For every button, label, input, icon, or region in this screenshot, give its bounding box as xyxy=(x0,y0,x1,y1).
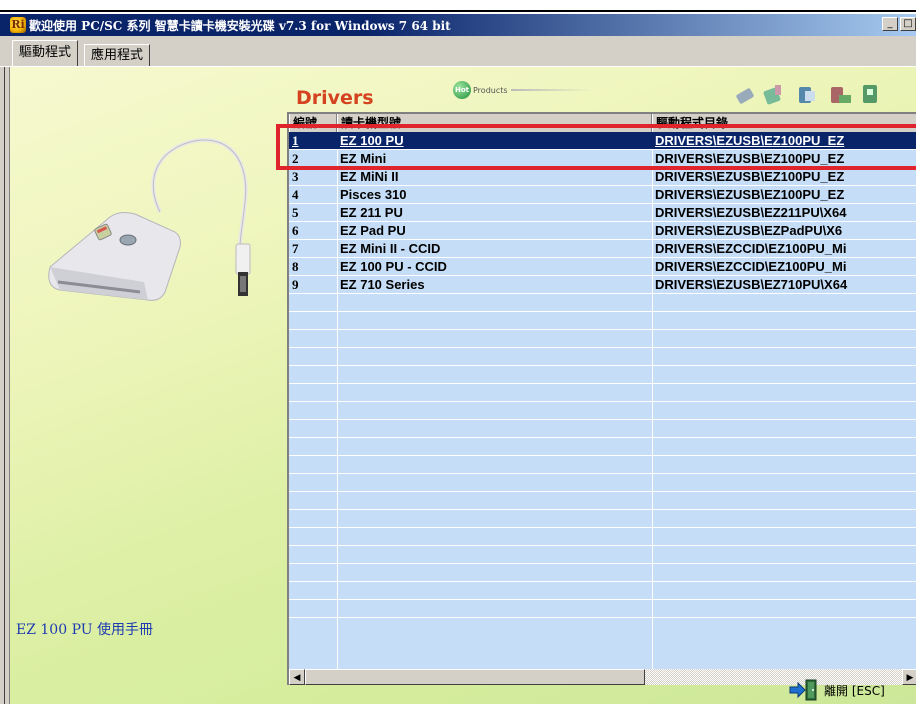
row-model: EZ Mini II - CCID xyxy=(340,241,441,256)
table-row[interactable]: 1 EZ 100 PU DRIVERS\EZUSB\EZ100PU_EZ xyxy=(289,132,916,149)
row-number: 2 xyxy=(292,151,299,166)
minimize-button[interactable]: _ xyxy=(882,17,898,31)
driver-list[interactable]: 編號 讀卡機型號 驅動程式目錄 1 EZ 100 PU DRIVERS\EZUSB\… xyxy=(287,112,916,685)
table-row[interactable]: 7 EZ Mini II - CCID DRIVERS\EZCCID\EZ100PU… xyxy=(289,240,916,257)
row-number: 8 xyxy=(292,259,299,274)
table-row[interactable]: 4 Pisces 310 DRIVERS\EZUSB\EZ100PU_EZ xyxy=(289,186,916,203)
card-reader-icon-5 xyxy=(863,85,877,103)
row-number: 3 xyxy=(292,169,299,184)
row-number: 4 xyxy=(292,187,299,202)
tab-bar: 驅動程式 應用程式 xyxy=(0,36,916,66)
list-header: 編號 讀卡機型號 驅動程式目錄 xyxy=(289,114,916,133)
top-strip xyxy=(0,0,916,14)
tab-drivers[interactable]: 驅動程式 xyxy=(12,40,79,66)
table-row[interactable]: 5 EZ 211 PU DRIVERS\EZUSB\EZ211PU\X64 xyxy=(289,204,916,221)
row-number: 1 xyxy=(292,133,299,148)
row-driver-path: DRIVERS\EZUSB\EZ100PU_EZ xyxy=(655,133,845,148)
card-reader-icon-2 xyxy=(763,85,781,105)
row-number: 9 xyxy=(292,277,299,292)
hot-products-badge[interactable]: Hot Products xyxy=(453,81,591,99)
row-model: EZ 100 PU xyxy=(340,133,404,148)
column-header-model[interactable]: 讀卡機型號 xyxy=(337,114,652,132)
product-icons-decoration xyxy=(736,85,877,105)
table-row[interactable]: 9 EZ 710 Series DRIVERS\EZUSB\EZ710PU\X64 xyxy=(289,276,916,293)
card-reader-icon-3 xyxy=(799,87,815,103)
user-manual-link[interactable]: EZ 100 PU 使用手冊 xyxy=(16,619,153,639)
drivers-heading: Drivers xyxy=(296,87,374,109)
title-bar: Ri 歡迎使用 PC/SC 系列 智慧卡讀卡機安裝光碟 v7.3 for Win… xyxy=(0,14,916,36)
swoosh-decoration xyxy=(510,89,591,91)
exit-label: 離開 [ESC] xyxy=(824,683,885,698)
table-row[interactable]: 6 EZ Pad PU DRIVERS\EZUSB\EZPadPU\X6 xyxy=(289,222,916,239)
exit-button[interactable]: 離開 [ESC] xyxy=(788,678,885,702)
usb-card-reader-image xyxy=(48,138,251,301)
scroll-right-button[interactable]: ▶ xyxy=(902,669,916,685)
row-driver-path: DRIVERS\EZCCID\EZ100PU_Mi xyxy=(655,259,847,274)
row-driver-path: DRIVERS\EZUSB\EZ710PU\X64 xyxy=(655,277,848,292)
row-model: Pisces 310 xyxy=(340,187,407,202)
left-frame-border xyxy=(0,67,10,704)
row-model: EZ MiNi II xyxy=(340,169,399,184)
row-driver-path: DRIVERS\EZUSB\EZ100PU_EZ xyxy=(655,169,845,184)
card-reader-icon-4 xyxy=(831,87,851,103)
table-row[interactable]: 2 EZ Mini DRIVERS\EZUSB\EZ100PU_EZ xyxy=(289,150,916,167)
tab-applications[interactable]: 應用程式 xyxy=(84,44,151,66)
table-row[interactable]: 8 EZ 100 PU - CCID DRIVERS\EZCCID\EZ100PU_… xyxy=(289,258,916,275)
row-model: EZ 100 PU - CCID xyxy=(340,259,447,274)
row-number: 6 xyxy=(292,223,299,238)
scroll-thumb[interactable] xyxy=(305,669,645,685)
row-number: 5 xyxy=(292,205,299,220)
content-area: EZ 100 PU 使用手冊 Drivers Hot Products 編號 讀… xyxy=(10,67,916,704)
products-label: Products xyxy=(473,85,508,95)
window-controls: _ □ xyxy=(882,17,916,31)
column-header-path[interactable]: 驅動程式目錄 xyxy=(652,114,916,132)
row-driver-path: DRIVERS\EZCCID\EZ100PU_Mi xyxy=(655,241,847,256)
card-reader-icon-1 xyxy=(736,88,754,104)
maximize-button[interactable]: □ xyxy=(900,17,916,31)
app-logo-icon: Ri xyxy=(10,17,26,33)
row-model: EZ 211 PU xyxy=(340,205,403,220)
row-model: EZ Mini xyxy=(340,151,387,166)
row-driver-path: DRIVERS\EZUSB\EZ100PU_EZ xyxy=(655,187,845,202)
row-number: 7 xyxy=(292,241,299,256)
row-model: EZ 710 Series xyxy=(340,277,425,292)
hot-icon: Hot xyxy=(453,81,471,99)
table-row[interactable]: 3 EZ MiNi II DRIVERS\EZUSB\EZ100PU_EZ xyxy=(289,168,916,185)
exit-door-icon xyxy=(789,679,817,701)
row-model: EZ Pad PU xyxy=(340,223,406,238)
row-driver-path: DRIVERS\EZUSB\EZ211PU\X64 xyxy=(655,205,847,220)
row-driver-path: DRIVERS\EZUSB\EZPadPU\X6 xyxy=(655,223,843,238)
scroll-left-button[interactable]: ◀ xyxy=(289,669,305,685)
column-header-number[interactable]: 編號 xyxy=(289,114,337,132)
window-title: 歡迎使用 PC/SC 系列 智慧卡讀卡機安裝光碟 v7.3 for Window… xyxy=(29,18,451,33)
row-driver-path: DRIVERS\EZUSB\EZ100PU_EZ xyxy=(655,151,845,166)
